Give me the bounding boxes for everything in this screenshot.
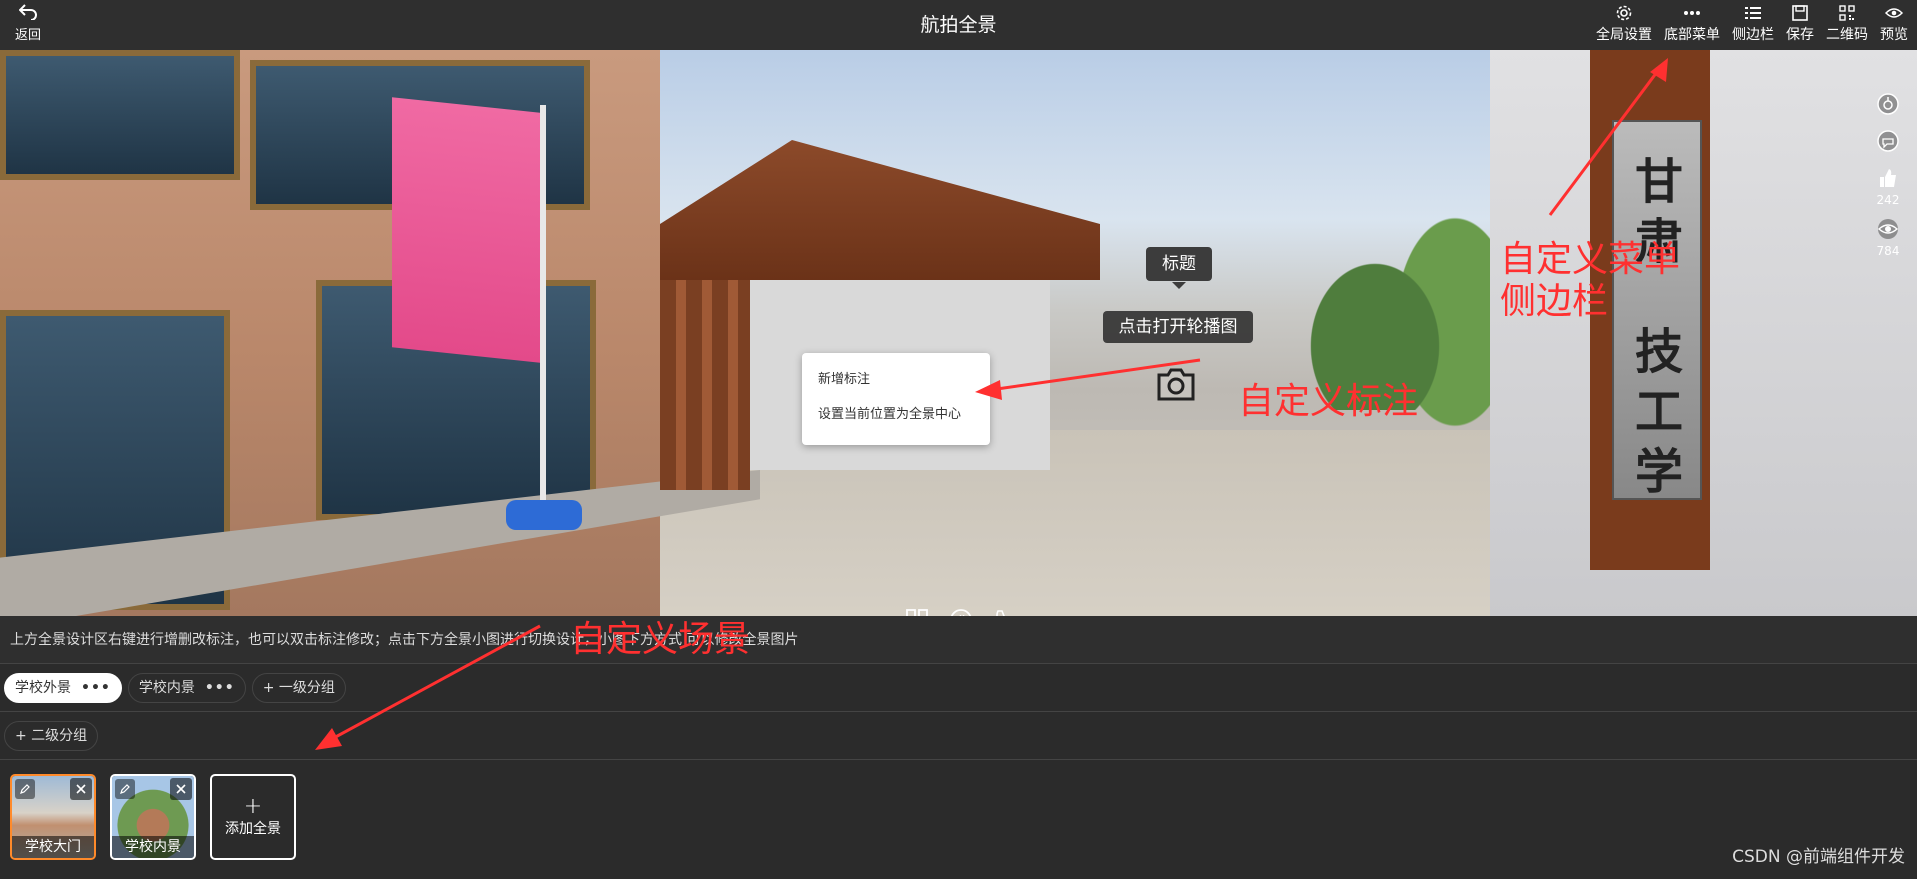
scene-thumb-label: 学校大门 — [12, 836, 94, 858]
comment-button[interactable] — [1876, 129, 1900, 156]
save-label: 保存 — [1786, 27, 1814, 43]
view-count: 784 — [1876, 217, 1900, 258]
bottom-menu-select[interactable]: 选取 — [900, 608, 934, 616]
pano-bottom-menu: 选取 # 关于 电话 — [900, 608, 1022, 616]
watermark: CSDN @前端组件开发 — [1732, 847, 1905, 867]
hash-icon: # — [949, 608, 973, 616]
gyroscope-button[interactable] — [1876, 92, 1900, 119]
annotation-arrows — [975, 58, 1668, 400]
qrcode-icon — [1837, 2, 1857, 24]
top-bar: 返回 航拍全景 全局设置 底部菜单 侧边栏 保存 二维码 预览 — [0, 0, 1917, 50]
add-panorama-button[interactable]: + 添加全景 — [210, 774, 296, 860]
scene-thumbnails: 学校大门 学校内景 + 添加全景 CSDN @前端组件开发 — [0, 624, 1917, 879]
bottom-menu-about[interactable]: # 关于 — [944, 608, 978, 616]
preview-button[interactable]: 预览 — [1877, 2, 1911, 44]
gyroscope-icon — [1876, 92, 1900, 119]
view-icon — [1876, 217, 1900, 244]
grid-icon — [905, 608, 929, 616]
bottom-menu-phone[interactable]: 电话 — [988, 608, 1022, 616]
like-icon — [1876, 166, 1900, 193]
qrcode-label: 二维码 — [1826, 27, 1868, 43]
scene-thumb-label: 学校内景 — [112, 836, 194, 858]
scene-thumb-school-interior[interactable]: 学校内景 — [110, 774, 196, 860]
annotation-sidebar: 侧边栏 — [1500, 281, 1609, 322]
save-icon — [1790, 2, 1810, 24]
eye-icon — [1884, 2, 1904, 24]
annotation-custom-marker: 自定义标注 — [1238, 381, 1419, 422]
back-label: 返回 — [14, 28, 41, 43]
global-settings-button[interactable]: 全局设置 — [1593, 2, 1655, 44]
bottom-menu-label: 底部菜单 — [1664, 27, 1720, 43]
side-toolbar: 242 784 — [1873, 92, 1903, 258]
scene-thumb-school-gate[interactable]: 学校大门 — [10, 774, 96, 860]
pencil-icon[interactable] — [115, 779, 135, 799]
add-panorama-label: 添加全景 — [225, 821, 281, 837]
like-button[interactable]: 242 — [1876, 166, 1900, 207]
more-dots-icon — [1682, 2, 1702, 24]
global-settings-label: 全局设置 — [1596, 27, 1652, 43]
like-count: 242 — [1876, 193, 1900, 207]
close-icon[interactable] — [170, 778, 192, 800]
plus-icon: + — [243, 794, 263, 819]
close-icon[interactable] — [70, 778, 92, 800]
phone-icon — [993, 608, 1017, 616]
pencil-icon[interactable] — [15, 779, 35, 799]
panorama-viewer[interactable]: 甘 肃 技 工 学 标题 点击打开轮播图 新增标注 设置当前位置为全景中心 自定… — [0, 50, 1917, 616]
back-button[interactable]: 返回 — [8, 4, 48, 43]
back-arrow-icon — [8, 4, 48, 24]
sidebar-label: 侧边栏 — [1732, 27, 1774, 43]
top-actions: 全局设置 底部菜单 侧边栏 保存 二维码 预览 — [1593, 2, 1911, 44]
view-count-value: 784 — [1876, 244, 1900, 258]
gear-icon — [1614, 2, 1634, 24]
preview-label: 预览 — [1880, 27, 1908, 43]
qrcode-button[interactable]: 二维码 — [1823, 2, 1871, 44]
bottom-menu-button[interactable]: 底部菜单 — [1661, 2, 1723, 44]
list-icon — [1743, 2, 1763, 24]
sidebar-button[interactable]: 侧边栏 — [1729, 2, 1777, 44]
save-button[interactable]: 保存 — [1783, 2, 1817, 44]
comment-icon — [1876, 129, 1900, 156]
